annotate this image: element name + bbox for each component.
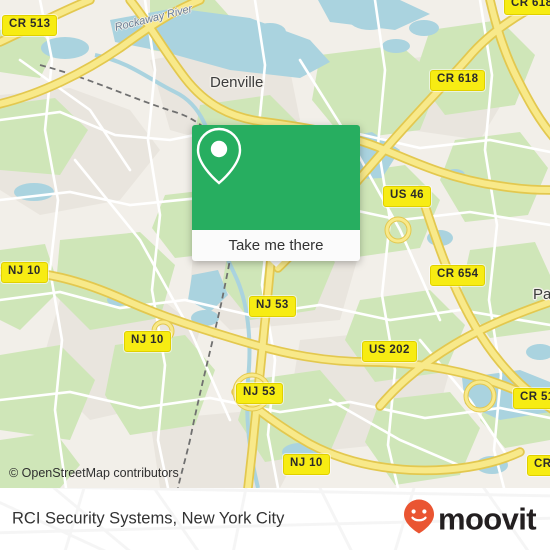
road-shield-us-46: US 46 [383, 186, 431, 207]
moovit-smiley-pin-icon [403, 499, 435, 540]
road-shield-nj-10-south: NJ 10 [283, 454, 330, 475]
footer-bar: RCI Security Systems, New York City moov… [0, 488, 550, 550]
location-callout-card[interactable]: Take me there [192, 125, 360, 261]
road-shield-cr-618: CR 618 [430, 70, 486, 91]
callout-image-area [192, 125, 360, 230]
take-me-there-label: Take me there [228, 237, 324, 254]
road-shield-nj-53-south: NJ 53 [236, 383, 283, 404]
moovit-map-page: Denville Pa Rockaway River CR 513 CR 618… [0, 0, 550, 550]
road-shield-cr-618-top: CR 618 [504, 0, 550, 15]
moovit-wordmark: moovit [437, 501, 537, 537]
moovit-brand[interactable]: moovit [403, 499, 537, 540]
location-title: RCI Security Systems, New York City [12, 509, 285, 528]
road-shield-cr-654: CR 654 [430, 265, 486, 286]
road-shield-cr-513: CR 513 [2, 15, 58, 36]
map-canvas[interactable]: Denville Pa Rockaway River CR 513 CR 618… [0, 0, 550, 488]
map-attribution[interactable]: © OpenStreetMap contributors [9, 466, 179, 480]
take-me-there-button[interactable]: Take me there [192, 230, 360, 261]
place-label-parsippany: Pa [533, 286, 550, 303]
road-shield-nj-10-west: NJ 10 [1, 262, 48, 283]
road-shield-us-202: US 202 [362, 341, 417, 362]
road-shield-nj-10-mid: NJ 10 [124, 331, 171, 352]
road-shield-nj-53-north: NJ 53 [249, 296, 296, 317]
road-shield-cr-511: CR 511 [513, 388, 550, 409]
place-label-denville: Denville [210, 74, 264, 91]
road-shield-cr-edge: CR [527, 455, 550, 476]
